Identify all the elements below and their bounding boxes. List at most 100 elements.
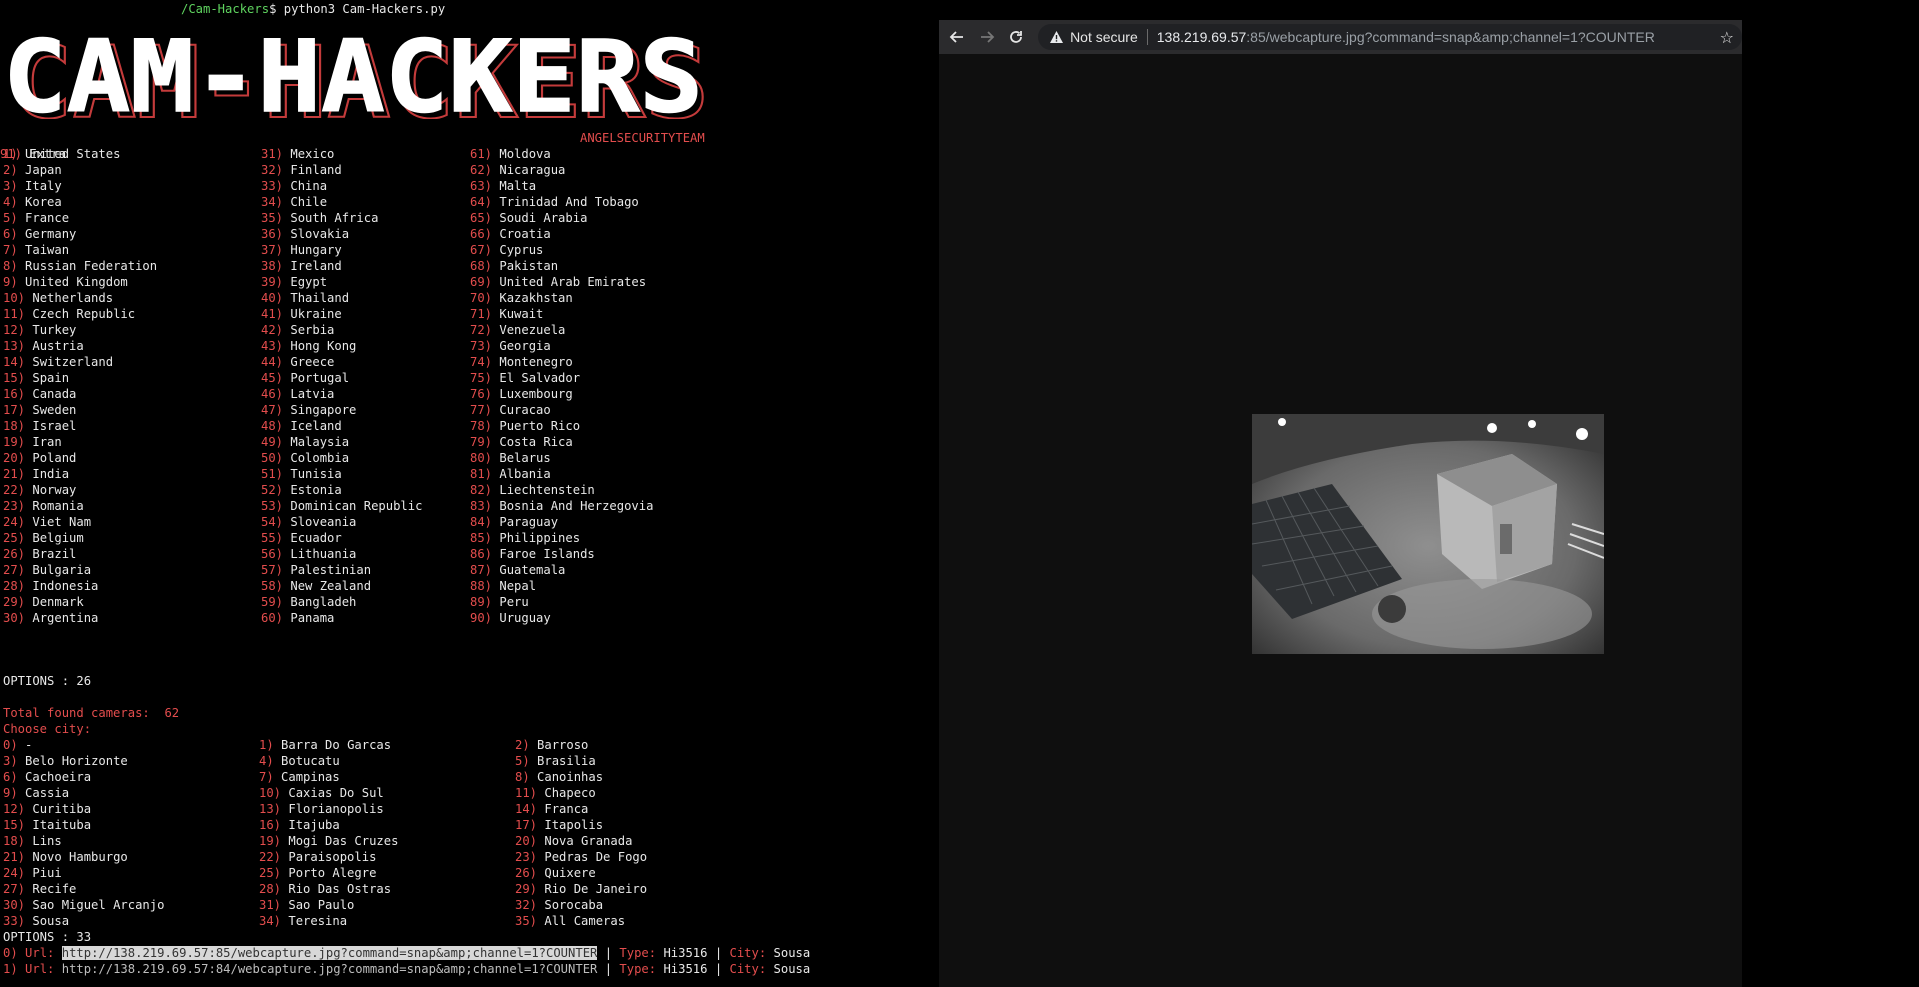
city-item[interactable]: 21) Novo Hamburgo bbox=[3, 849, 128, 865]
country-item[interactable]: 88) Nepal bbox=[470, 578, 536, 594]
country-item[interactable]: 44) Greece bbox=[261, 354, 334, 370]
country-item[interactable]: 71) Kuwait bbox=[470, 306, 543, 322]
warning-icon[interactable] bbox=[1048, 29, 1064, 45]
country-item[interactable]: 68) Pakistan bbox=[470, 258, 558, 274]
country-item[interactable]: 36) Slovakia bbox=[261, 226, 349, 242]
country-item[interactable]: 28) Indonesia bbox=[3, 578, 98, 594]
country-item[interactable]: 34) Chile bbox=[261, 194, 327, 210]
city-item[interactable]: 2) Barroso bbox=[515, 737, 588, 753]
city-item[interactable]: 26) Quixere bbox=[515, 865, 596, 881]
country-item[interactable]: 62) Nicaragua bbox=[470, 162, 565, 178]
country-item[interactable]: 51) Tunisia bbox=[261, 466, 342, 482]
city-item[interactable]: 11) Chapeco bbox=[515, 785, 596, 801]
country-item[interactable]: 47) Singapore bbox=[261, 402, 356, 418]
city-item[interactable]: 34) Teresina bbox=[259, 913, 347, 929]
camera-url[interactable]: http://138.219.69.57:85/webcapture.jpg?c… bbox=[61, 946, 598, 960]
city-item[interactable]: 31) Sao Paulo bbox=[259, 897, 354, 913]
country-item[interactable]: 5) France bbox=[3, 210, 69, 226]
country-item[interactable]: 65) Soudi Arabia bbox=[470, 210, 587, 226]
city-item[interactable]: 27) Recife bbox=[3, 881, 76, 897]
country-item[interactable]: 20) Poland bbox=[3, 450, 76, 466]
country-item[interactable]: 84) Paraguay bbox=[470, 514, 558, 530]
city-item[interactable]: 19) Mogi Das Cruzes bbox=[259, 833, 398, 849]
country-item[interactable]: 55) Ecuador bbox=[261, 530, 342, 546]
country-item[interactable]: 59) Bangladeh bbox=[261, 594, 356, 610]
city-item[interactable]: 6) Cachoeira bbox=[3, 769, 91, 785]
country-item[interactable]: 70) Kazakhstan bbox=[470, 290, 573, 306]
country-item[interactable]: 82) Liechtenstein bbox=[470, 482, 595, 498]
country-item[interactable]: 12) Turkey bbox=[3, 322, 76, 338]
country-item[interactable]: 32) Finland bbox=[261, 162, 342, 178]
country-item[interactable]: 40) Thailand bbox=[261, 290, 349, 306]
country-item[interactable]: 72) Venezuela bbox=[470, 322, 565, 338]
country-item[interactable]: 39) Egypt bbox=[261, 274, 327, 290]
country-item[interactable]: 42) Serbia bbox=[261, 322, 334, 338]
country-item[interactable]: 80) Belarus bbox=[470, 450, 551, 466]
country-item[interactable]: 15) Spain bbox=[3, 370, 69, 386]
country-item[interactable]: 31) Mexico bbox=[261, 146, 334, 162]
country-item[interactable]: 8) Russian Federation bbox=[3, 258, 157, 274]
city-item[interactable]: 28) Rio Das Ostras bbox=[259, 881, 391, 897]
city-item[interactable]: 35) All Cameras bbox=[515, 913, 625, 929]
country-item[interactable]: 73) Georgia bbox=[470, 338, 551, 354]
country-item[interactable]: 37) Hungary bbox=[261, 242, 342, 258]
city-item[interactable]: 0) - bbox=[3, 737, 32, 753]
country-item[interactable]: 33) China bbox=[261, 178, 327, 194]
country-item[interactable]: 29) Denmark bbox=[3, 594, 84, 610]
terminal-window[interactable]: /Cam-Hackers$ python3 Cam-Hackers.py CAM… bbox=[0, 0, 938, 987]
city-item[interactable]: 13) Florianopolis bbox=[259, 801, 384, 817]
country-item[interactable]: 22) Norway bbox=[3, 482, 76, 498]
country-item[interactable]: 35) South Africa bbox=[261, 210, 378, 226]
country-item[interactable]: 38) Ireland bbox=[261, 258, 342, 274]
country-item[interactable]: 76) Luxembourg bbox=[470, 386, 573, 402]
forward-button[interactable] bbox=[973, 23, 1001, 51]
star-icon[interactable]: ☆ bbox=[1720, 28, 1734, 48]
country-item[interactable]: 66) Croatia bbox=[470, 226, 551, 242]
country-item[interactable]: 14) Switzerland bbox=[3, 354, 113, 370]
city-item[interactable]: 10) Caxias Do Sul bbox=[259, 785, 384, 801]
country-item[interactable]: 6) Germany bbox=[3, 226, 76, 242]
country-item[interactable]: 49) Malaysia bbox=[261, 434, 349, 450]
country-item[interactable]: 61) Moldova bbox=[470, 146, 551, 162]
address-bar[interactable]: Not secure 138.219.69.57:85/webcapture.j… bbox=[1038, 24, 1743, 50]
country-item[interactable]: 79) Costa Rica bbox=[470, 434, 573, 450]
country-item[interactable]: 2) Japan bbox=[3, 162, 62, 178]
city-item[interactable]: 7) Campinas bbox=[259, 769, 340, 785]
city-item[interactable]: 1) Barra Do Garcas bbox=[259, 737, 391, 753]
country-item[interactable]: 56) Lithuania bbox=[261, 546, 356, 562]
city-item[interactable]: 30) Sao Miguel Arcanjo bbox=[3, 897, 164, 913]
country-item[interactable]: 50) Colombia bbox=[261, 450, 349, 466]
country-item[interactable]: 90) Uruguay bbox=[470, 610, 551, 626]
country-item[interactable]: 21) India bbox=[3, 466, 69, 482]
country-item[interactable]: 91) Extra bbox=[0, 146, 66, 162]
country-item[interactable]: 46) Latvia bbox=[261, 386, 334, 402]
city-item[interactable]: 15) Itaituba bbox=[3, 817, 91, 833]
city-item[interactable]: 9) Cassia bbox=[3, 785, 69, 801]
country-item[interactable]: 75) El Salvador bbox=[470, 370, 580, 386]
city-item[interactable]: 14) Franca bbox=[515, 801, 588, 817]
country-item[interactable]: 17) Sweden bbox=[3, 402, 76, 418]
country-item[interactable]: 30) Argentina bbox=[3, 610, 98, 626]
city-item[interactable]: 18) Lins bbox=[3, 833, 62, 849]
country-item[interactable]: 77) Curacao bbox=[470, 402, 551, 418]
country-item[interactable]: 69) United Arab Emirates bbox=[470, 274, 646, 290]
country-item[interactable]: 89) Peru bbox=[470, 594, 529, 610]
country-item[interactable]: 53) Dominican Republic bbox=[261, 498, 422, 514]
country-item[interactable]: 58) New Zealand bbox=[261, 578, 371, 594]
country-item[interactable]: 19) Iran bbox=[3, 434, 62, 450]
city-item[interactable]: 17) Itapolis bbox=[515, 817, 603, 833]
country-item[interactable]: 23) Romania bbox=[3, 498, 84, 514]
country-item[interactable]: 25) Belgium bbox=[3, 530, 84, 546]
city-item[interactable]: 5) Brasilia bbox=[515, 753, 596, 769]
country-item[interactable]: 86) Faroe Islands bbox=[470, 546, 595, 562]
country-item[interactable]: 11) Czech Republic bbox=[3, 306, 135, 322]
country-item[interactable]: 48) Iceland bbox=[261, 418, 342, 434]
country-item[interactable]: 57) Palestinian bbox=[261, 562, 371, 578]
reload-button[interactable] bbox=[1002, 23, 1030, 51]
city-item[interactable]: 20) Nova Granada bbox=[515, 833, 632, 849]
country-item[interactable]: 60) Panama bbox=[261, 610, 334, 626]
country-item[interactable]: 63) Malta bbox=[470, 178, 536, 194]
country-item[interactable]: 87) Guatemala bbox=[470, 562, 565, 578]
country-item[interactable]: 52) Estonia bbox=[261, 482, 342, 498]
city-item[interactable]: 4) Botucatu bbox=[259, 753, 340, 769]
